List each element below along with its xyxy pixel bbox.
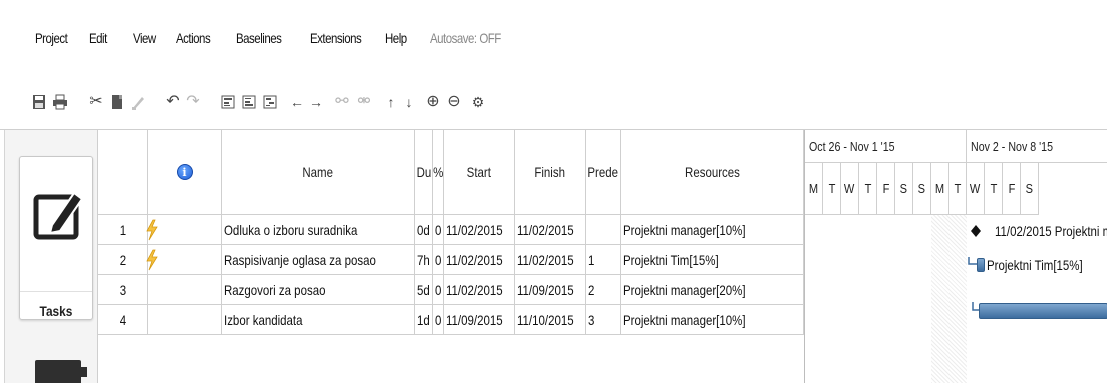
warning-bolt-icon <box>146 249 158 271</box>
save-icon[interactable] <box>30 92 48 112</box>
outdent-icon[interactable]: ← <box>288 92 306 112</box>
zoom-out-icon[interactable]: ⊖ <box>445 92 463 112</box>
cell-index[interactable]: 2 <box>98 245 148 275</box>
battery-icon[interactable] <box>35 360 87 383</box>
paste-icon[interactable] <box>129 92 147 112</box>
cell-start[interactable]: 11/02/2015 <box>444 245 515 275</box>
table-row[interactable]: 3 Razgovori za posao 5d 0 11/02/2015 11/09/20… <box>98 275 804 305</box>
task-grid: i Name Du % Start Finish Prede Resources… <box>98 130 804 383</box>
cell-predecessors[interactable] <box>586 215 621 245</box>
cell-start[interactable]: 11/02/2015 <box>444 215 515 245</box>
menu-help[interactable]: Help <box>385 30 407 46</box>
cell-start[interactable]: 11/02/2015 <box>444 275 515 305</box>
cell-index[interactable]: 1 <box>98 215 148 245</box>
cell-name[interactable]: Razgovori za posao <box>222 275 415 305</box>
redo-icon[interactable]: ↷ <box>184 92 202 112</box>
cell-start[interactable]: 11/09/2015 <box>444 305 515 335</box>
task-bar-2-label: Projektni Tim[15%] <box>987 257 1083 273</box>
menu-edit[interactable]: Edit <box>89 30 107 46</box>
cell-index[interactable]: 4 <box>98 305 148 335</box>
cell-info[interactable] <box>146 215 222 245</box>
col-header-percent[interactable]: % <box>433 130 444 215</box>
col-header-index[interactable] <box>98 130 148 215</box>
cell-resources[interactable]: Projektni manager[10%] <box>621 305 804 335</box>
cell-name[interactable]: Izbor kandidata <box>222 305 415 335</box>
gantt-chart: Oct 26 - Nov 1 '15 Nov 2 - Nov 8 '15 MTW… <box>804 130 1107 383</box>
tasks-button[interactable]: Tasks <box>19 156 93 320</box>
autosave-status: Autosave: OFF <box>430 30 501 46</box>
menu-baselines[interactable]: Baselines <box>236 30 282 46</box>
cell-predecessors[interactable]: 2 <box>586 275 621 305</box>
cut-icon[interactable]: ✂ <box>87 92 105 112</box>
zoom-in-icon[interactable]: ⊕ <box>424 92 442 112</box>
cell-resources[interactable]: Projektni manager[10%] <box>621 215 804 245</box>
move-down-icon[interactable]: ↓ <box>400 92 418 112</box>
table-row[interactable]: 1 Odluka o izboru suradnika 0d 0 11/02/2015 1… <box>98 215 804 245</box>
cell-finish[interactable]: 11/02/2015 <box>515 215 586 245</box>
cell-info[interactable] <box>148 275 222 305</box>
col-header-name[interactable]: Name <box>222 130 415 215</box>
cell-name[interactable]: Odluka o izboru suradnika <box>222 215 415 245</box>
menu-project[interactable]: Project <box>35 30 68 46</box>
col-header-duration[interactable]: Du <box>415 130 433 215</box>
cell-duration[interactable]: 1d <box>415 305 433 335</box>
undo-icon[interactable]: ↶ <box>164 92 182 112</box>
cell-resources[interactable]: Projektni manager[20%] <box>621 275 804 305</box>
cell-name[interactable]: Raspisivanje oglasa za posao <box>222 245 415 275</box>
cell-finish[interactable]: 11/10/2015 <box>515 305 586 335</box>
cell-percent[interactable]: 0 <box>433 275 444 305</box>
menu-actions[interactable]: Actions <box>176 30 211 46</box>
table-row[interactable]: 2 Raspisivanje oglasa za posao 7h 0 11/02/20… <box>98 245 804 275</box>
cell-percent[interactable]: 0 <box>433 215 444 245</box>
cell-predecessors[interactable]: 3 <box>586 305 621 335</box>
side-panel: Tasks <box>5 130 98 383</box>
toolbar: ✂ ↶ ↷ ← → ⚯ ⚮ ↑ ↓ ⊕ ⊖ ⚙ <box>0 74 1107 130</box>
task-bar-3[interactable] <box>979 303 1107 319</box>
cell-percent[interactable]: 0 <box>433 245 444 275</box>
cell-info[interactable] <box>148 305 222 335</box>
copy-icon[interactable] <box>108 92 126 112</box>
cell-duration[interactable]: 5d <box>415 275 433 305</box>
milestone-diamond <box>971 225 981 237</box>
unlink-icon[interactable]: ⚮ <box>355 92 373 112</box>
tasks-separator <box>20 291 92 292</box>
cell-predecessors[interactable]: 1 <box>586 245 621 275</box>
insert-below-icon[interactable] <box>240 92 258 112</box>
insert-child-icon[interactable] <box>261 92 279 112</box>
task-bar-2[interactable] <box>977 258 985 272</box>
col-header-start[interactable]: Start <box>444 130 515 215</box>
menu-view[interactable]: View <box>133 30 156 46</box>
indent-icon[interactable]: → <box>307 92 325 112</box>
settings-icon[interactable]: ⚙ <box>469 92 487 112</box>
menu-extensions[interactable]: Extensions <box>310 30 362 46</box>
cell-resources[interactable]: Projektni Tim[15%] <box>621 245 804 275</box>
dependency-arrow-1 <box>968 257 977 265</box>
col-header-resources[interactable]: Resources <box>621 130 804 215</box>
cell-duration[interactable]: 7h <box>415 245 433 275</box>
milestone-label: 11/02/2015 Projektni m <box>995 223 1107 239</box>
print-icon[interactable] <box>51 92 69 112</box>
table-row[interactable]: 4 Izbor kandidata 1d 0 11/09/2015 11/10/2015 3… <box>98 305 804 335</box>
col-header-info[interactable]: i <box>148 130 222 215</box>
col-header-predecessors[interactable]: Prede <box>586 130 621 215</box>
tasks-label: Tasks <box>39 303 73 319</box>
menu-bar: Project Edit View Actions Baselines Exte… <box>0 0 1107 74</box>
cell-finish[interactable]: 11/09/2015 <box>515 275 586 305</box>
info-icon: i <box>176 164 193 180</box>
move-up-icon[interactable]: ↑ <box>382 92 400 112</box>
tasks-edit-icon <box>33 191 84 240</box>
cell-percent[interactable]: 0 <box>433 305 444 335</box>
link-icon[interactable]: ⚯ <box>333 92 351 112</box>
cell-index[interactable]: 3 <box>98 275 148 305</box>
insert-above-icon[interactable] <box>219 92 237 112</box>
col-header-finish[interactable]: Finish <box>515 130 586 215</box>
cell-info[interactable] <box>146 245 222 275</box>
cell-finish[interactable]: 11/02/2015 <box>515 245 586 275</box>
cell-duration[interactable]: 0d <box>415 215 433 245</box>
warning-bolt-icon <box>146 219 158 241</box>
